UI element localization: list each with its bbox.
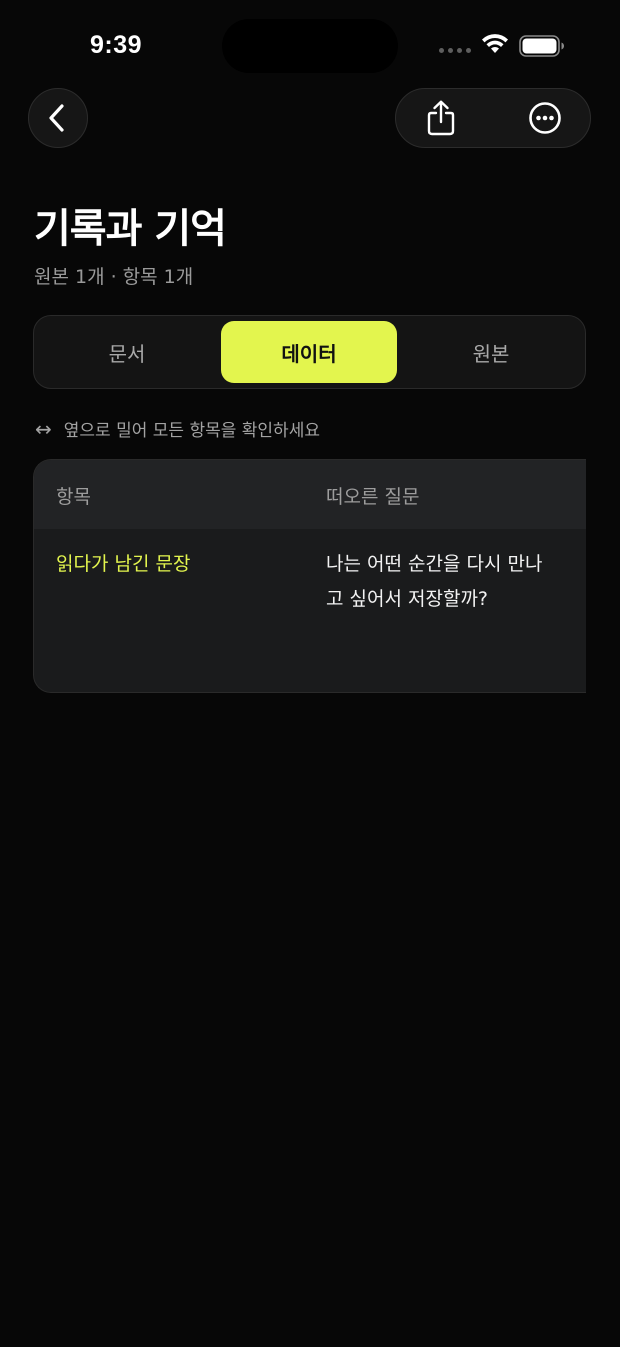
table-header: 항목 떠오른 질문 xyxy=(34,460,586,529)
scroll-hint: ↔ 옆으로 밀어 모든 항목을 확인하세요 xyxy=(35,416,320,442)
status-bar: 9:39 xyxy=(0,0,620,90)
page-subtitle: 원본 1개 · 항목 1개 xyxy=(34,266,194,288)
horizontal-arrows-icon: ↔ xyxy=(35,416,52,441)
cellular-signal-icon xyxy=(439,48,471,53)
column-header-question: 떠오른 질문 xyxy=(326,486,420,508)
dynamic-island xyxy=(222,19,398,73)
header-actions xyxy=(395,88,591,148)
wifi-icon xyxy=(482,34,508,53)
view-segmented-control: 문서 데이터 원본 xyxy=(33,315,586,389)
ellipsis-circle-icon xyxy=(529,101,561,134)
scroll-hint-text: 옆으로 밀어 모든 항목을 확인하세요 xyxy=(63,421,320,441)
tab-source[interactable]: 원본 xyxy=(403,321,579,383)
share-button[interactable] xyxy=(411,89,471,146)
battery-icon xyxy=(519,35,564,57)
data-table[interactable]: 항목 떠오른 질문 읽다가 남긴 문장 나는 어떤 순간을 다시 만나고 싶어서… xyxy=(33,459,586,693)
column-header-item: 항목 xyxy=(56,486,91,508)
more-button[interactable] xyxy=(515,89,575,146)
status-time: 9:39 xyxy=(90,31,143,59)
tab-data[interactable]: 데이터 xyxy=(221,321,397,383)
chevron-left-icon xyxy=(49,104,64,132)
back-button[interactable] xyxy=(28,88,88,148)
cell-item: 읽다가 남긴 문장 xyxy=(56,553,191,575)
cell-question: 나는 어떤 순간을 다시 만나고 싶어서 저장할까? xyxy=(326,553,543,610)
page-title: 기록과 기억 xyxy=(34,206,227,252)
share-icon xyxy=(427,100,455,135)
tab-document[interactable]: 문서 xyxy=(39,321,215,383)
